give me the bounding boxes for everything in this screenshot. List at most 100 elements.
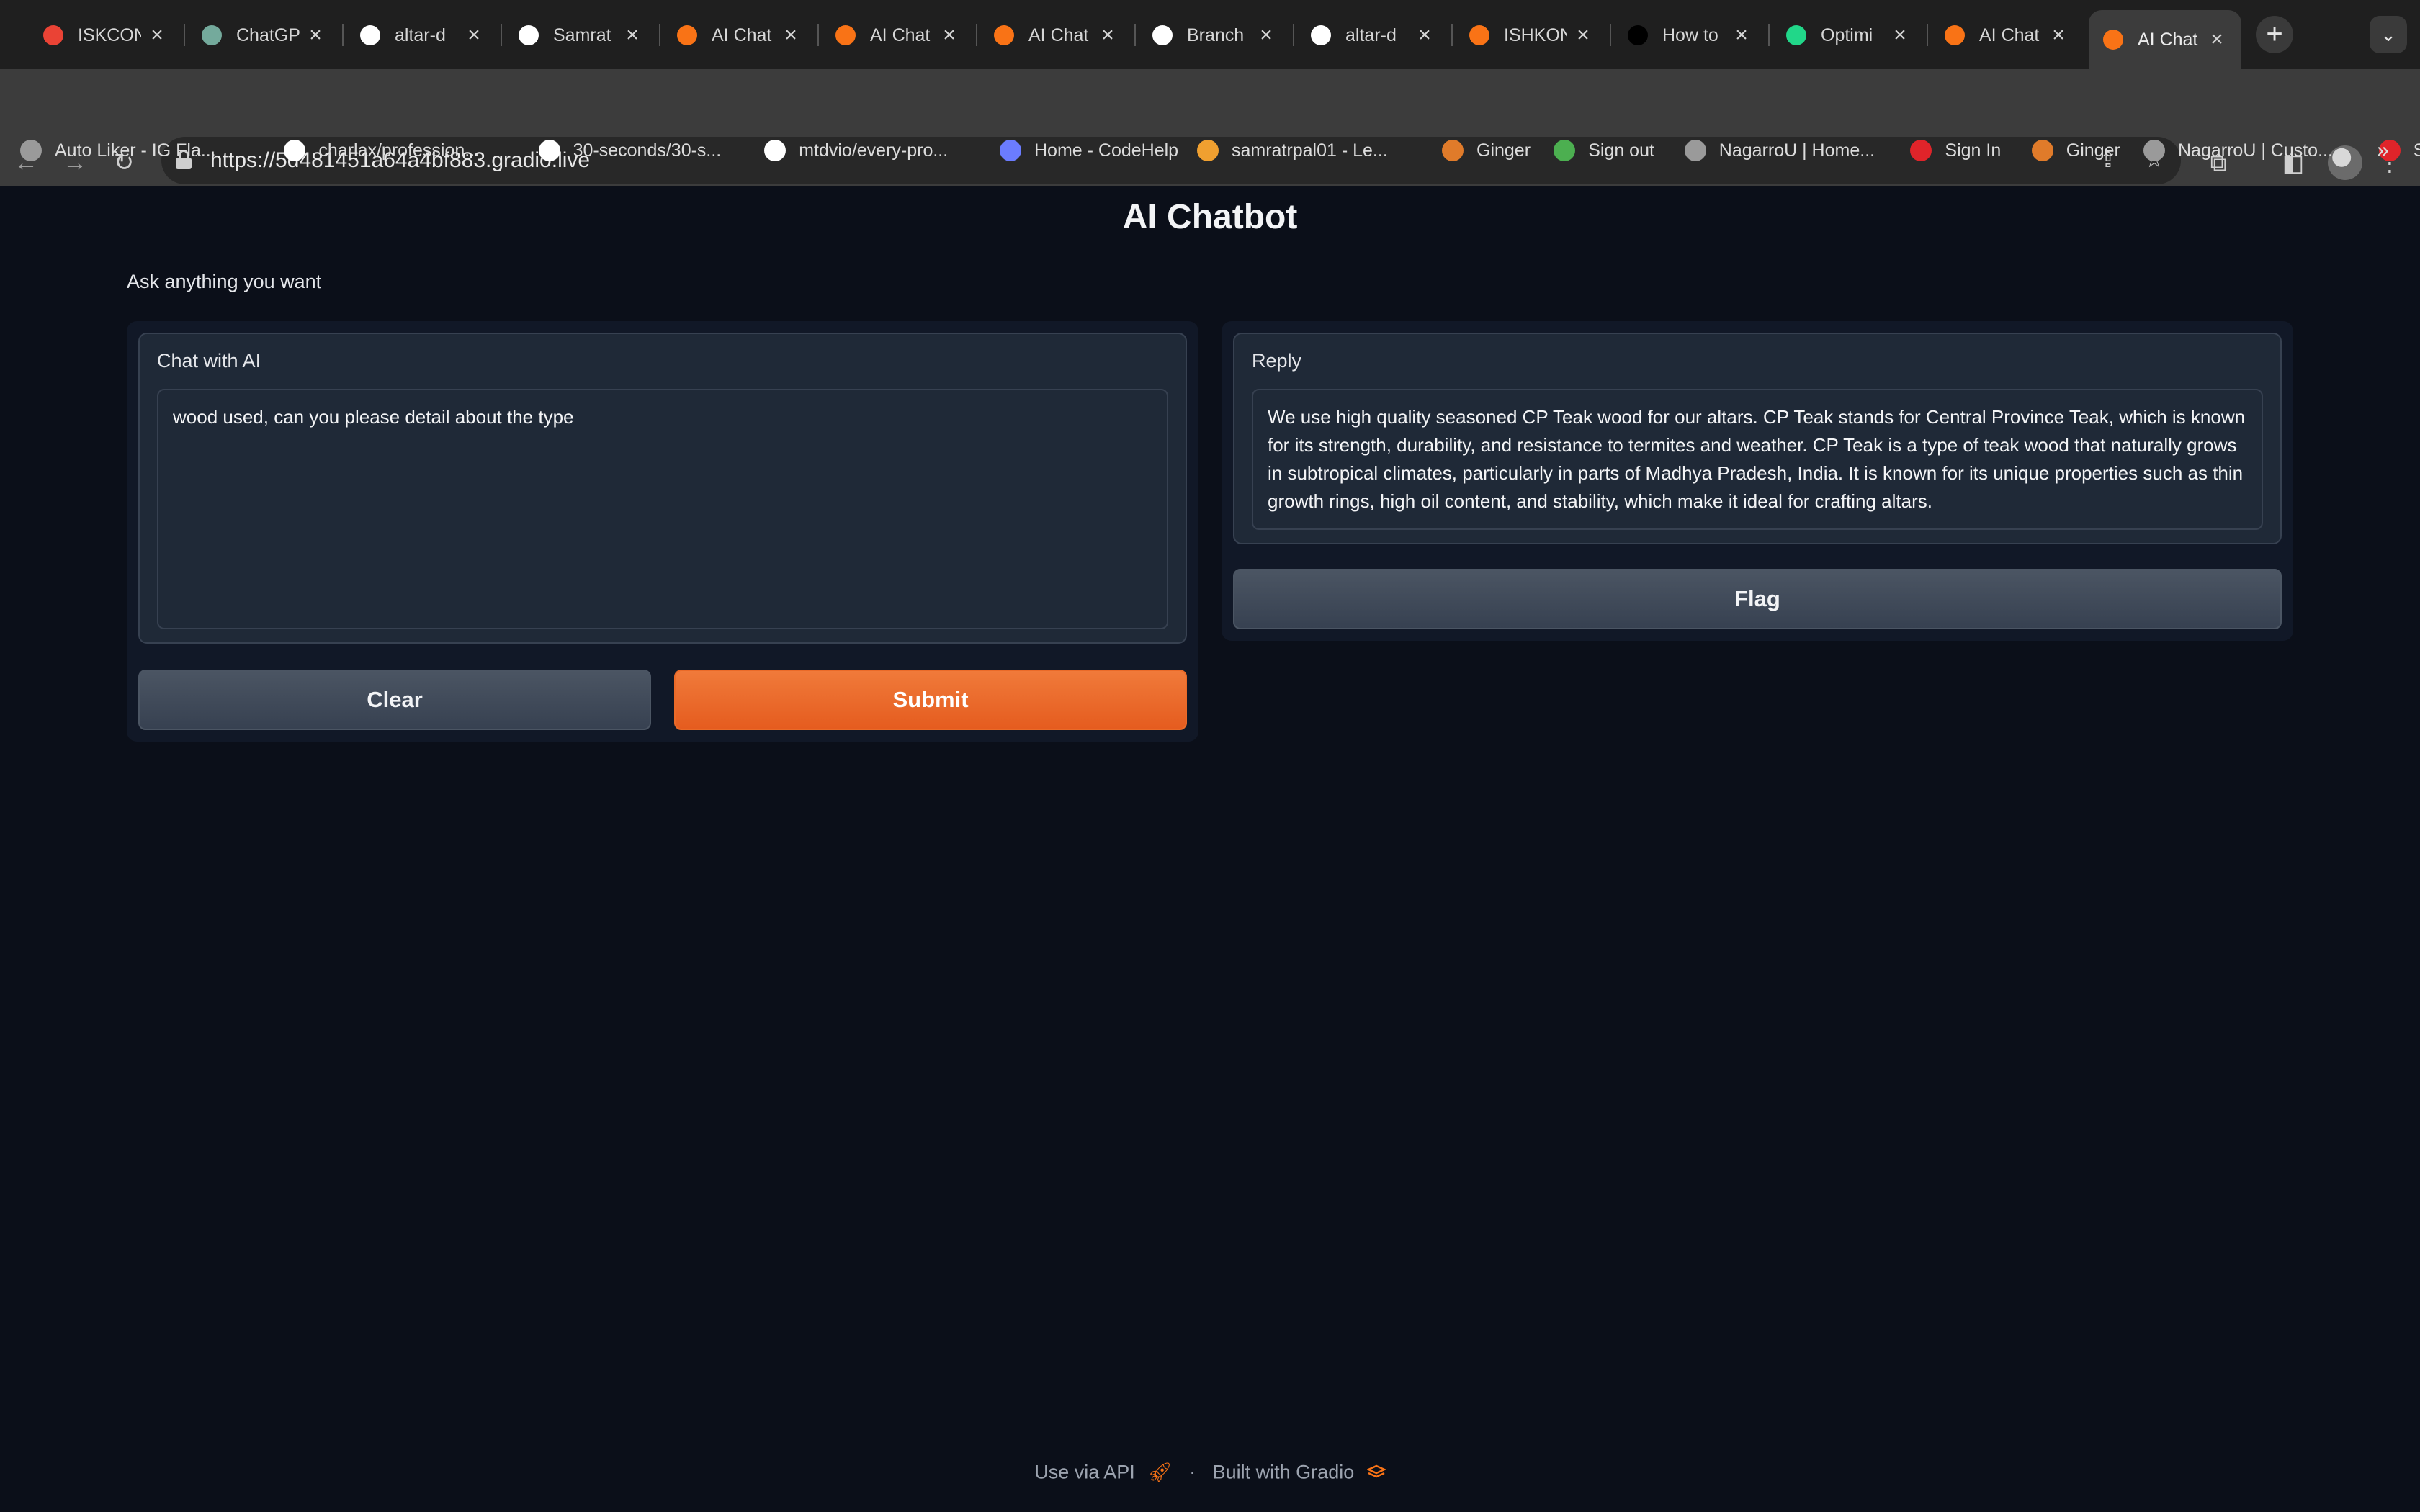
tab-title: ISHKON bbox=[1504, 24, 1567, 45]
close-tab-icon[interactable]: × bbox=[1573, 23, 1593, 48]
close-tab-icon[interactable]: × bbox=[2048, 23, 2069, 48]
bookmark-item[interactable]: Ginger bbox=[2031, 130, 2120, 171]
browser-tab[interactable]: How to × bbox=[1613, 10, 1766, 60]
chat-input-block: Chat with AI wood used, can you please d… bbox=[138, 333, 1187, 644]
tab-title: altar-d bbox=[1345, 24, 1397, 45]
tab-separator bbox=[1293, 24, 1294, 46]
tab-separator bbox=[1927, 24, 1928, 46]
gradio-icon bbox=[677, 25, 697, 45]
globe-icon bbox=[2143, 140, 2165, 161]
bookmark-item[interactable]: Sign In bbox=[1910, 130, 2001, 171]
output-panel: Reply We use high quality seasoned CP Te… bbox=[1222, 321, 2293, 641]
gradio-icon bbox=[1945, 25, 1965, 45]
tab-separator bbox=[1768, 24, 1770, 46]
browser-tab[interactable]: Branch × bbox=[1138, 10, 1291, 60]
tab-title: Samrat bbox=[553, 24, 611, 45]
close-tab-icon[interactable]: × bbox=[1256, 23, 1276, 48]
bookmark-item[interactable]: Sign out bbox=[1554, 130, 1654, 171]
browser-tab[interactable]: AI Chat × bbox=[821, 10, 974, 60]
bookmark-item[interactable]: samratrpal01 - Le... bbox=[1197, 130, 1388, 171]
tab-strip: ISKCON×ChatGPT×altar-d×Samrat×AI Chat×AI… bbox=[0, 0, 2420, 69]
browser-tab[interactable]: ChatGPT× bbox=[187, 10, 340, 60]
close-tab-icon[interactable]: × bbox=[2207, 27, 2227, 52]
tab-title: AI Chat bbox=[712, 24, 772, 45]
tab-separator bbox=[659, 24, 660, 46]
bookmark-item[interactable]: NagarroU | Custo... bbox=[2143, 130, 2333, 171]
bookmark-item[interactable]: mtdvio/every-pro... bbox=[764, 130, 948, 171]
github-icon bbox=[360, 25, 380, 45]
reply-label: Reply bbox=[1252, 350, 1302, 372]
tab-title: How to bbox=[1662, 24, 1718, 45]
browser-tab[interactable]: altar-d × bbox=[1296, 10, 1449, 60]
bookmark-item[interactable]: charlax/profession... bbox=[284, 130, 480, 171]
bookmark-label: Sign out bbox=[1588, 140, 1654, 161]
bookmark-label: Ginger bbox=[2066, 140, 2120, 161]
ginger-icon bbox=[2031, 140, 2053, 161]
tab-title: AI Chat bbox=[2138, 29, 2198, 50]
clear-button[interactable]: Clear bbox=[138, 670, 651, 730]
input-panel: Chat with AI wood used, can you please d… bbox=[127, 321, 1198, 742]
bookmark-label: NagarroU | Custo... bbox=[2178, 140, 2333, 161]
new-tab-button[interactable]: + bbox=[2256, 16, 2293, 53]
close-tab-icon[interactable]: × bbox=[1098, 23, 1118, 48]
close-tab-icon[interactable]: × bbox=[781, 23, 801, 48]
use-via-api-link[interactable]: Use via API bbox=[1034, 1461, 1135, 1482]
tab-title: AI Chat bbox=[1979, 24, 2040, 45]
tab-title: altar-d bbox=[395, 24, 446, 45]
bookmark-label: NagarroU | Home... bbox=[1718, 140, 1876, 161]
rocket-icon: 🚀︎ bbox=[1147, 1461, 1173, 1483]
close-tab-icon[interactable]: × bbox=[939, 23, 959, 48]
tab-title: ISKCON bbox=[78, 24, 141, 45]
page-title: AI Chatbot bbox=[1122, 198, 1298, 236]
bookmarks-overflow-icon[interactable]: » bbox=[2377, 130, 2389, 171]
bookmark-item[interactable]: Ginger bbox=[1442, 130, 1531, 171]
bookmark-label: Home - CodeHelp bbox=[1034, 140, 1179, 161]
tab-search-button[interactable]: ⌄ bbox=[2370, 16, 2407, 53]
bookmark-item[interactable]: NagarroU | Home... bbox=[1684, 130, 1876, 171]
globe-icon bbox=[20, 140, 42, 161]
reply-block: Reply We use high quality seasoned CP Te… bbox=[1233, 333, 2282, 544]
bookmark-label: charlax/profession... bbox=[318, 140, 480, 161]
close-tab-icon[interactable]: × bbox=[1731, 23, 1752, 48]
bookmark-label: samratrpal01 - Le... bbox=[1232, 140, 1388, 161]
browser-tab[interactable]: AI Chat × bbox=[1930, 10, 2083, 60]
maps-pin-icon bbox=[43, 25, 63, 45]
chat-input-label: Chat with AI bbox=[157, 350, 261, 372]
reply-textarea[interactable]: We use high quality seasoned CP Teak woo… bbox=[1252, 389, 2263, 530]
browser-tab[interactable]: AI Chat × bbox=[663, 10, 815, 60]
close-tab-icon[interactable]: × bbox=[1415, 23, 1435, 48]
built-with-gradio-link[interactable]: Built with Gradio bbox=[1213, 1461, 1355, 1482]
page-description: Ask anything you want bbox=[127, 271, 322, 292]
github-icon bbox=[1311, 25, 1331, 45]
close-tab-icon[interactable]: × bbox=[622, 23, 642, 48]
tab-separator bbox=[1610, 24, 1611, 46]
flag-button[interactable]: Flag bbox=[1233, 569, 2282, 629]
tab-separator bbox=[184, 24, 185, 46]
browser-tab[interactable]: Samrat × bbox=[504, 10, 657, 60]
chat-input-textarea[interactable]: wood used, can you please detail about t… bbox=[157, 389, 1168, 629]
browser-tab[interactable]: AI Chat × bbox=[980, 10, 1132, 60]
bookmark-item[interactable]: 30-seconds/30-s... bbox=[538, 130, 721, 171]
tab-separator bbox=[1451, 24, 1453, 46]
browser-tab[interactable]: ISHKON × bbox=[1455, 10, 1608, 60]
close-tab-icon[interactable]: × bbox=[1890, 23, 1910, 48]
browser-tab[interactable]: Optimi × bbox=[1772, 10, 1924, 60]
bookmarks-bar: Auto Liker - IG Fla... charlax/profession… bbox=[0, 130, 2420, 171]
tab-separator bbox=[817, 24, 819, 46]
gradio-icon bbox=[2103, 30, 2123, 50]
close-tab-icon[interactable]: × bbox=[305, 23, 326, 48]
browser-tab[interactable]: AI Chat × bbox=[2089, 10, 2241, 69]
microsoft-icon bbox=[1554, 140, 1576, 161]
browser-tab[interactable]: ISKCON × bbox=[29, 10, 182, 60]
browser-tab[interactable]: altar-d × bbox=[346, 10, 498, 60]
bookmark-item[interactable]: Auto Liker - IG Fla... bbox=[20, 130, 216, 171]
ginger-icon bbox=[1442, 140, 1464, 161]
close-tab-icon[interactable]: × bbox=[147, 23, 167, 48]
tab-separator bbox=[342, 24, 344, 46]
close-tab-icon[interactable]: × bbox=[464, 23, 484, 48]
github-icon bbox=[519, 25, 539, 45]
tab-separator bbox=[976, 24, 977, 46]
tab-separator bbox=[1134, 24, 1136, 46]
submit-button[interactable]: Submit bbox=[674, 670, 1187, 730]
bookmark-item[interactable]: Home - CodeHelp bbox=[1000, 130, 1178, 171]
